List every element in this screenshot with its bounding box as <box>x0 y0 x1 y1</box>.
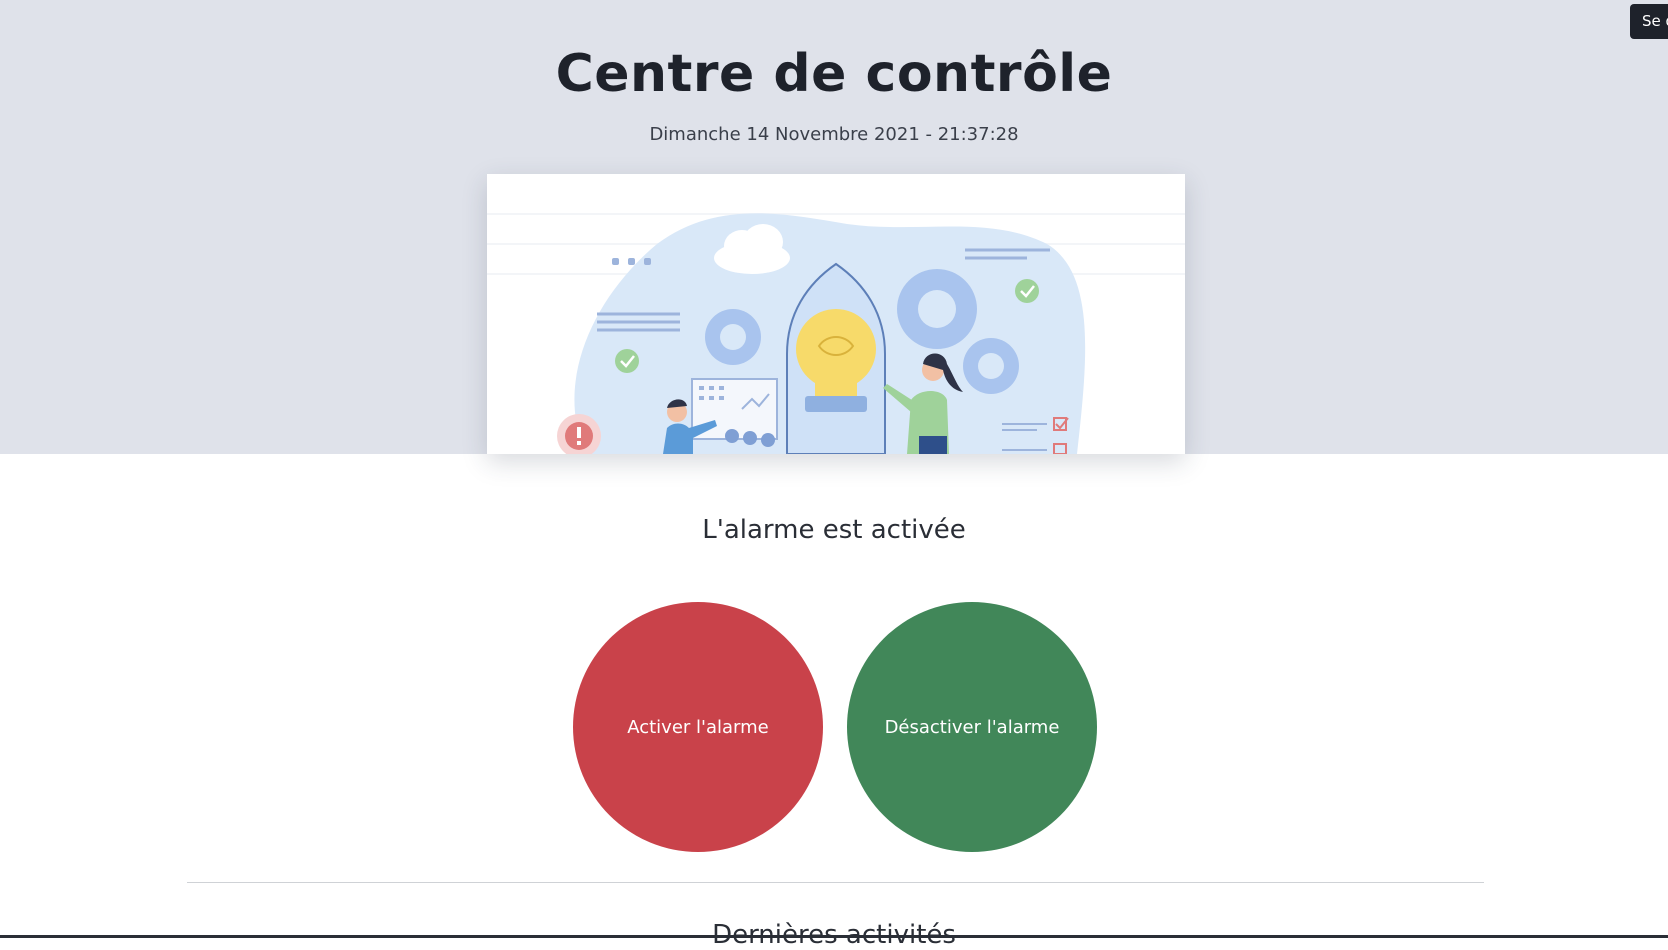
deactivate-alarm-button[interactable]: Désactiver l'alarme <box>847 602 1097 852</box>
section-divider <box>187 882 1484 883</box>
page-title: Centre de contrôle <box>0 44 1668 104</box>
alarm-status: L'alarme est activée <box>0 515 1668 545</box>
logout-button[interactable]: Se d <box>1630 4 1668 39</box>
illustration-card <box>487 174 1185 454</box>
activate-alarm-button[interactable]: Activer l'alarme <box>573 602 823 852</box>
current-datetime: Dimanche 14 Novembre 2021 - 21:37:28 <box>0 124 1668 145</box>
control-center-illustration <box>487 174 1185 454</box>
